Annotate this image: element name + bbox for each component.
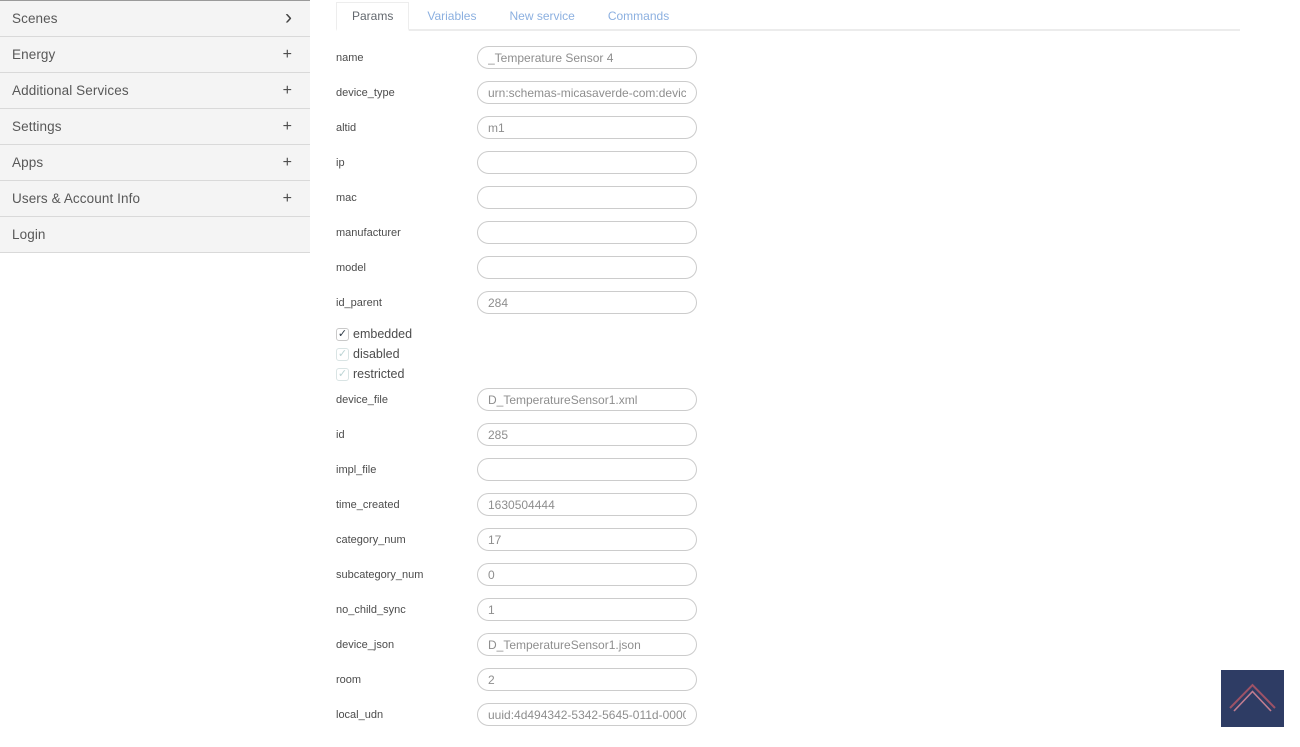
form-row-model: model — [336, 256, 1240, 279]
form-row-device-file: device_file — [336, 388, 1240, 411]
subcategory-num-input[interactable] — [477, 563, 697, 586]
field-label-ip: ip — [336, 156, 345, 169]
field-label-id: id — [336, 428, 345, 441]
plus-icon: + — [282, 153, 292, 171]
sidebar-item-label: Settings — [12, 119, 62, 134]
field-label-model: model — [336, 261, 366, 274]
form-row-category-num: category_num — [336, 528, 1240, 551]
check-icon: ✓ — [336, 327, 349, 341]
sidebar: Scenes › Energy + Additional Services + Settin… — [0, 0, 310, 253]
form-row-device-json: device_json — [336, 633, 1240, 656]
scroll-to-top-button[interactable] — [1221, 670, 1284, 727]
form-row-room: room — [336, 668, 1240, 691]
field-label-time-created: time_created — [336, 498, 400, 511]
field-label-mac: mac — [336, 191, 357, 204]
form-row-id: id — [336, 423, 1240, 446]
sidebar-item-additional-services[interactable]: Additional Services + — [0, 73, 310, 109]
sidebar-item-label: Energy — [12, 47, 56, 62]
field-label-altid: altid — [336, 121, 357, 134]
sidebar-item-scenes[interactable]: Scenes › — [0, 1, 310, 37]
check-icon: ✓ — [336, 367, 349, 381]
tab-bar: Params Variables New service Commands — [336, 2, 1240, 31]
plus-icon: + — [282, 117, 292, 135]
id-input[interactable] — [477, 423, 697, 446]
form-row-mac: mac — [336, 186, 1240, 209]
manufacturer-input[interactable] — [477, 221, 697, 244]
sidebar-item-apps[interactable]: Apps + — [0, 145, 310, 181]
device-type-input[interactable] — [477, 81, 697, 104]
device-json-input[interactable] — [477, 633, 697, 656]
field-label-device-type: device_type — [336, 86, 395, 99]
sidebar-item-energy[interactable]: Energy + — [0, 37, 310, 73]
form-row-manufacturer: manufacturer — [336, 221, 1240, 244]
sidebar-item-login[interactable]: Login — [0, 217, 310, 253]
field-label-subcategory-num: subcategory_num — [336, 568, 424, 581]
tab-commands[interactable]: Commands — [593, 2, 684, 29]
altid-input[interactable] — [477, 116, 697, 139]
field-label-local-udn: local_udn — [336, 708, 384, 721]
field-label-room: room — [336, 673, 362, 686]
checkbox-disabled[interactable]: ✓ disabled — [336, 344, 1240, 364]
main-content: ParamsVariablesNew serviceCommands name d… — [336, 2, 1240, 738]
form-row-ip: ip — [336, 151, 1240, 174]
field-label-manufacturer: manufacturer — [336, 226, 401, 239]
plus-icon: + — [282, 189, 292, 207]
sidebar-item-label: Users & Account Info — [12, 191, 141, 206]
sidebar-item-settings[interactable]: Settings + — [0, 109, 310, 145]
sidebar-item-label: Apps — [12, 155, 44, 170]
form-row-impl-file: impl_file — [336, 458, 1240, 481]
checkbox-label: embedded — [353, 327, 413, 341]
mac-input[interactable] — [477, 186, 697, 209]
form-row-subcategory-num: subcategory_num — [336, 563, 1240, 586]
tab-params[interactable]: Params — [336, 2, 410, 31]
field-label-id-parent: id_parent — [336, 296, 382, 309]
model-input[interactable] — [477, 256, 697, 279]
device-file-input[interactable] — [477, 388, 697, 411]
device-params-form: name device_typealtid ip mac manufacturer mod… — [336, 46, 1240, 726]
plus-icon: + — [282, 45, 292, 63]
name-input[interactable] — [477, 46, 697, 69]
ip-input[interactable] — [477, 151, 697, 174]
sidebar-item-label: Login — [12, 227, 46, 242]
checkbox-group: ✓ embedded ✓ disabled ✓ restricted — [336, 324, 1240, 384]
chevron-right-icon: › — [285, 5, 292, 29]
tab-new-service[interactable]: New service — [494, 2, 589, 29]
category-num-input[interactable] — [477, 528, 697, 551]
field-label-name: name — [336, 51, 364, 64]
field-label-no-child-sync: no_child_sync — [336, 603, 406, 616]
checkbox-restricted[interactable]: ✓ restricted — [336, 364, 1240, 384]
sidebar-item-label: Scenes — [12, 11, 58, 26]
field-label-device-json: device_json — [336, 638, 395, 651]
time-created-input[interactable] — [477, 493, 697, 516]
check-icon: ✓ — [336, 347, 349, 361]
impl-file-input[interactable] — [477, 458, 697, 481]
field-label-impl-file: impl_file — [336, 463, 377, 476]
form-row-name: name — [336, 46, 1240, 69]
sidebar-item-label: Additional Services — [12, 83, 129, 98]
no-child-sync-input[interactable] — [477, 598, 697, 621]
room-input[interactable] — [477, 668, 697, 691]
form-row-id-parent: id_parent — [336, 291, 1240, 314]
field-label-device-file: device_file — [336, 393, 388, 406]
chevron-up-icon — [1229, 683, 1276, 712]
checkbox-label: disabled — [353, 347, 400, 361]
form-row-device-type: device_type — [336, 81, 1240, 104]
form-row-no-child-sync: no_child_sync — [336, 598, 1240, 621]
tab-variables[interactable]: Variables — [412, 2, 491, 29]
checkbox-embedded[interactable]: ✓ embedded — [336, 324, 1240, 344]
checkbox-label: restricted — [353, 367, 405, 381]
local-udn-input[interactable] — [477, 703, 697, 726]
sidebar-item-users-account-info[interactable]: Users & Account Info + — [0, 181, 310, 217]
form-row-time-created: time_created — [336, 493, 1240, 516]
id-parent-input[interactable] — [477, 291, 697, 314]
field-label-category-num: category_num — [336, 533, 406, 546]
form-row-local-udn: local_udn — [336, 703, 1240, 726]
form-row-altid: altid — [336, 116, 1240, 139]
plus-icon: + — [282, 81, 292, 99]
